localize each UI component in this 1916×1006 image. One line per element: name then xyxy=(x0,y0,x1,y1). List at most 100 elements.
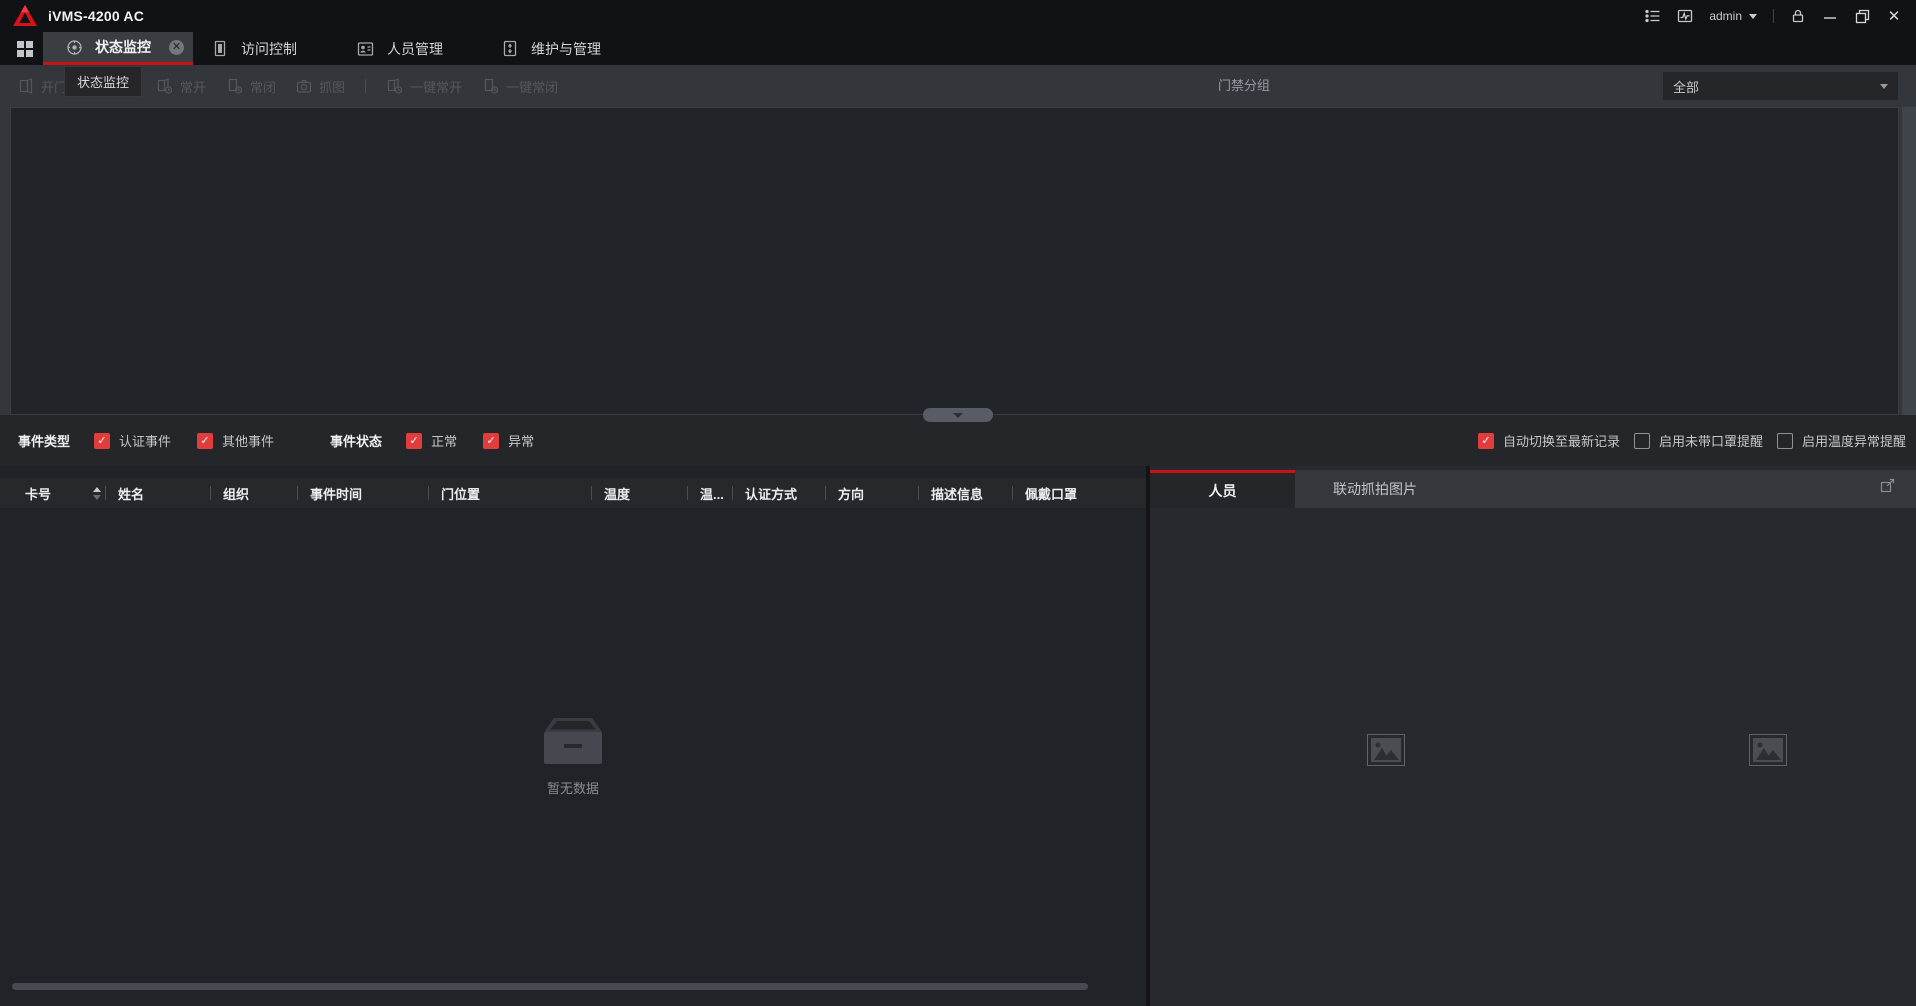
tab-label: 人员 xyxy=(1209,481,1237,501)
column-label: 方向 xyxy=(838,484,864,503)
column-label: 温度 xyxy=(604,484,630,503)
checkbox-label: 异常 xyxy=(508,431,534,450)
column-label: 认证方式 xyxy=(745,484,797,503)
column-label: 温... xyxy=(700,484,724,503)
horizontal-scrollbar[interactable] xyxy=(12,983,1088,990)
checkbox-icon: ✓ xyxy=(483,433,499,449)
event-detail-panel: 人员 联动抓拍图片 xyxy=(1150,466,1916,1006)
button-label: 一键常开 xyxy=(410,77,462,96)
toolbar-separator xyxy=(365,79,366,93)
open-door-button[interactable]: 开门 xyxy=(18,77,67,96)
sort-icon[interactable] xyxy=(93,487,101,500)
tab-status-monitoring[interactable]: 状态监控 ✕ xyxy=(43,32,193,65)
expand-panel-icon[interactable] xyxy=(1880,477,1896,493)
vertical-scrollbar[interactable] xyxy=(1902,107,1916,415)
tab-person[interactable]: 人员 xyxy=(1150,470,1295,508)
panel-collapse-handle[interactable] xyxy=(923,408,993,422)
event-filter-bar: 事件类型 ✓ 认证事件 ✓ 其他事件 事件状态 ✓ 正常 ✓ 异常 xyxy=(0,415,1916,466)
column-header-door-location[interactable]: 门位置 xyxy=(428,478,591,508)
one-key-remain-open-button[interactable]: 一键常开 xyxy=(386,77,462,96)
door-group-select[interactable]: 全部 xyxy=(1663,72,1898,100)
column-header-name[interactable]: 姓名 xyxy=(105,478,210,508)
checkbox-label: 启用未带口罩提醒 xyxy=(1659,431,1763,450)
user-menu[interactable]: admin xyxy=(1709,9,1757,23)
checkbox-other-events[interactable]: ✓ 其他事件 xyxy=(197,431,274,450)
checkbox-icon: ✓ xyxy=(1478,433,1494,449)
tab-close-icon[interactable]: ✕ xyxy=(169,40,184,55)
checkbox-abnormal-temp-reminder[interactable]: ✓ 启用温度异常提醒 xyxy=(1777,431,1906,450)
tab-label: 联动抓拍图片 xyxy=(1333,479,1417,499)
remain-closed-button[interactable]: 常闭 xyxy=(226,77,276,96)
event-table: 卡号 姓名 组织 事件时间 门位置 温度 温... 认证方式 方向 描述信息 xyxy=(0,466,1146,1006)
tab-label: 人员管理 xyxy=(387,39,443,59)
capture-button[interactable]: 抓图 xyxy=(296,77,345,96)
one-key-remain-closed-button[interactable]: 一键常闭 xyxy=(482,77,558,96)
button-label: 抓图 xyxy=(319,77,345,96)
column-label: 事件时间 xyxy=(310,484,362,503)
checkbox-icon: ✓ xyxy=(1634,433,1650,449)
status-chart-icon[interactable] xyxy=(1677,8,1693,24)
column-header-temperature[interactable]: 温度 xyxy=(591,478,687,508)
column-label: 卡号 xyxy=(25,484,51,503)
button-label: 常开 xyxy=(180,77,206,96)
door-status-panel xyxy=(10,107,1899,415)
titlebar-separator xyxy=(1773,9,1774,23)
app-logo-icon xyxy=(12,4,38,28)
column-header-organization[interactable]: 组织 xyxy=(210,478,297,508)
access-door-icon xyxy=(212,40,228,57)
close-button[interactable]: ✕ xyxy=(1886,8,1902,24)
checkbox-label: 自动切换至最新记录 xyxy=(1503,431,1620,450)
minimize-button[interactable] xyxy=(1822,8,1838,24)
tab-label: 状态监控 xyxy=(95,37,151,57)
status-monitor-icon xyxy=(66,39,83,56)
tab-linked-capture-pictures[interactable]: 联动抓拍图片 xyxy=(1295,470,1470,508)
titlebar-controls: admin ✕ xyxy=(1645,8,1916,24)
column-header-event-time[interactable]: 事件时间 xyxy=(297,478,428,508)
ivms-4200-window: iVMS-4200 AC admin xyxy=(0,0,1916,1006)
button-label: 常闭 xyxy=(250,77,276,96)
column-header-auth-method[interactable]: 认证方式 xyxy=(732,478,825,508)
checkbox-label: 启用温度异常提醒 xyxy=(1802,431,1906,450)
modules-grid-icon[interactable] xyxy=(12,36,38,62)
maximize-button[interactable] xyxy=(1854,8,1870,24)
event-filter-left: 事件类型 ✓ 认证事件 ✓ 其他事件 事件状态 ✓ 正常 ✓ 异常 xyxy=(18,431,534,450)
person-photo-placeholder xyxy=(1367,734,1405,766)
column-header-description[interactable]: 描述信息 xyxy=(918,478,1012,508)
event-list-icon[interactable] xyxy=(1645,8,1661,24)
empty-state-text: 暂无数据 xyxy=(0,778,1146,797)
checkbox-no-mask-reminder[interactable]: ✓ 启用未带口罩提醒 xyxy=(1634,431,1763,450)
checkbox-label: 认证事件 xyxy=(119,431,171,450)
maintenance-clipboard-icon xyxy=(502,40,518,57)
checkbox-icon: ✓ xyxy=(1777,433,1793,449)
checkbox-abnormal[interactable]: ✓ 异常 xyxy=(483,431,534,450)
column-header-wearing-mask[interactable]: 佩戴口罩 xyxy=(1012,478,1146,508)
tab-access-control[interactable]: 访问控制 xyxy=(193,32,338,65)
chevron-down-icon xyxy=(1749,14,1757,19)
column-label: 门位置 xyxy=(441,484,480,503)
column-label: 佩戴口罩 xyxy=(1025,484,1077,503)
column-header-temp-truncated[interactable]: 温... xyxy=(687,478,732,508)
detail-tab-strip: 人员 联动抓拍图片 xyxy=(1150,470,1916,508)
chevron-down-icon xyxy=(1880,84,1888,89)
column-header-direction[interactable]: 方向 xyxy=(825,478,918,508)
checkbox-icon: ✓ xyxy=(197,433,213,449)
checkbox-normal[interactable]: ✓ 正常 xyxy=(406,431,457,450)
remain-open-button[interactable]: 常开 xyxy=(156,77,206,96)
app-title: iVMS-4200 AC xyxy=(48,8,144,24)
checkbox-auth-events[interactable]: ✓ 认证事件 xyxy=(94,431,171,450)
module-tab-bar: 状态监控 ✕ 访问控制 xyxy=(0,32,1916,65)
chevron-down-icon xyxy=(953,413,963,418)
tab-maintenance-management[interactable]: 维护与管理 xyxy=(483,32,628,65)
tab-person-management[interactable]: 人员管理 xyxy=(338,32,483,65)
column-label: 组织 xyxy=(223,484,249,503)
checkbox-auto-switch-latest[interactable]: ✓ 自动切换至最新记录 xyxy=(1478,431,1620,450)
lock-icon[interactable] xyxy=(1790,8,1806,24)
checkbox-icon: ✓ xyxy=(406,433,422,449)
image-placeholder-icon xyxy=(1749,734,1787,766)
event-status-label: 事件状态 xyxy=(330,431,382,450)
column-label: 描述信息 xyxy=(931,484,983,503)
user-name: admin xyxy=(1709,9,1742,23)
door-group-select-value: 全部 xyxy=(1673,77,1699,96)
column-header-card-no[interactable]: 卡号 xyxy=(0,478,105,508)
event-filter-right: ✓ 自动切换至最新记录 ✓ 启用未带口罩提醒 ✓ 启用温度异常提醒 xyxy=(1478,431,1906,450)
